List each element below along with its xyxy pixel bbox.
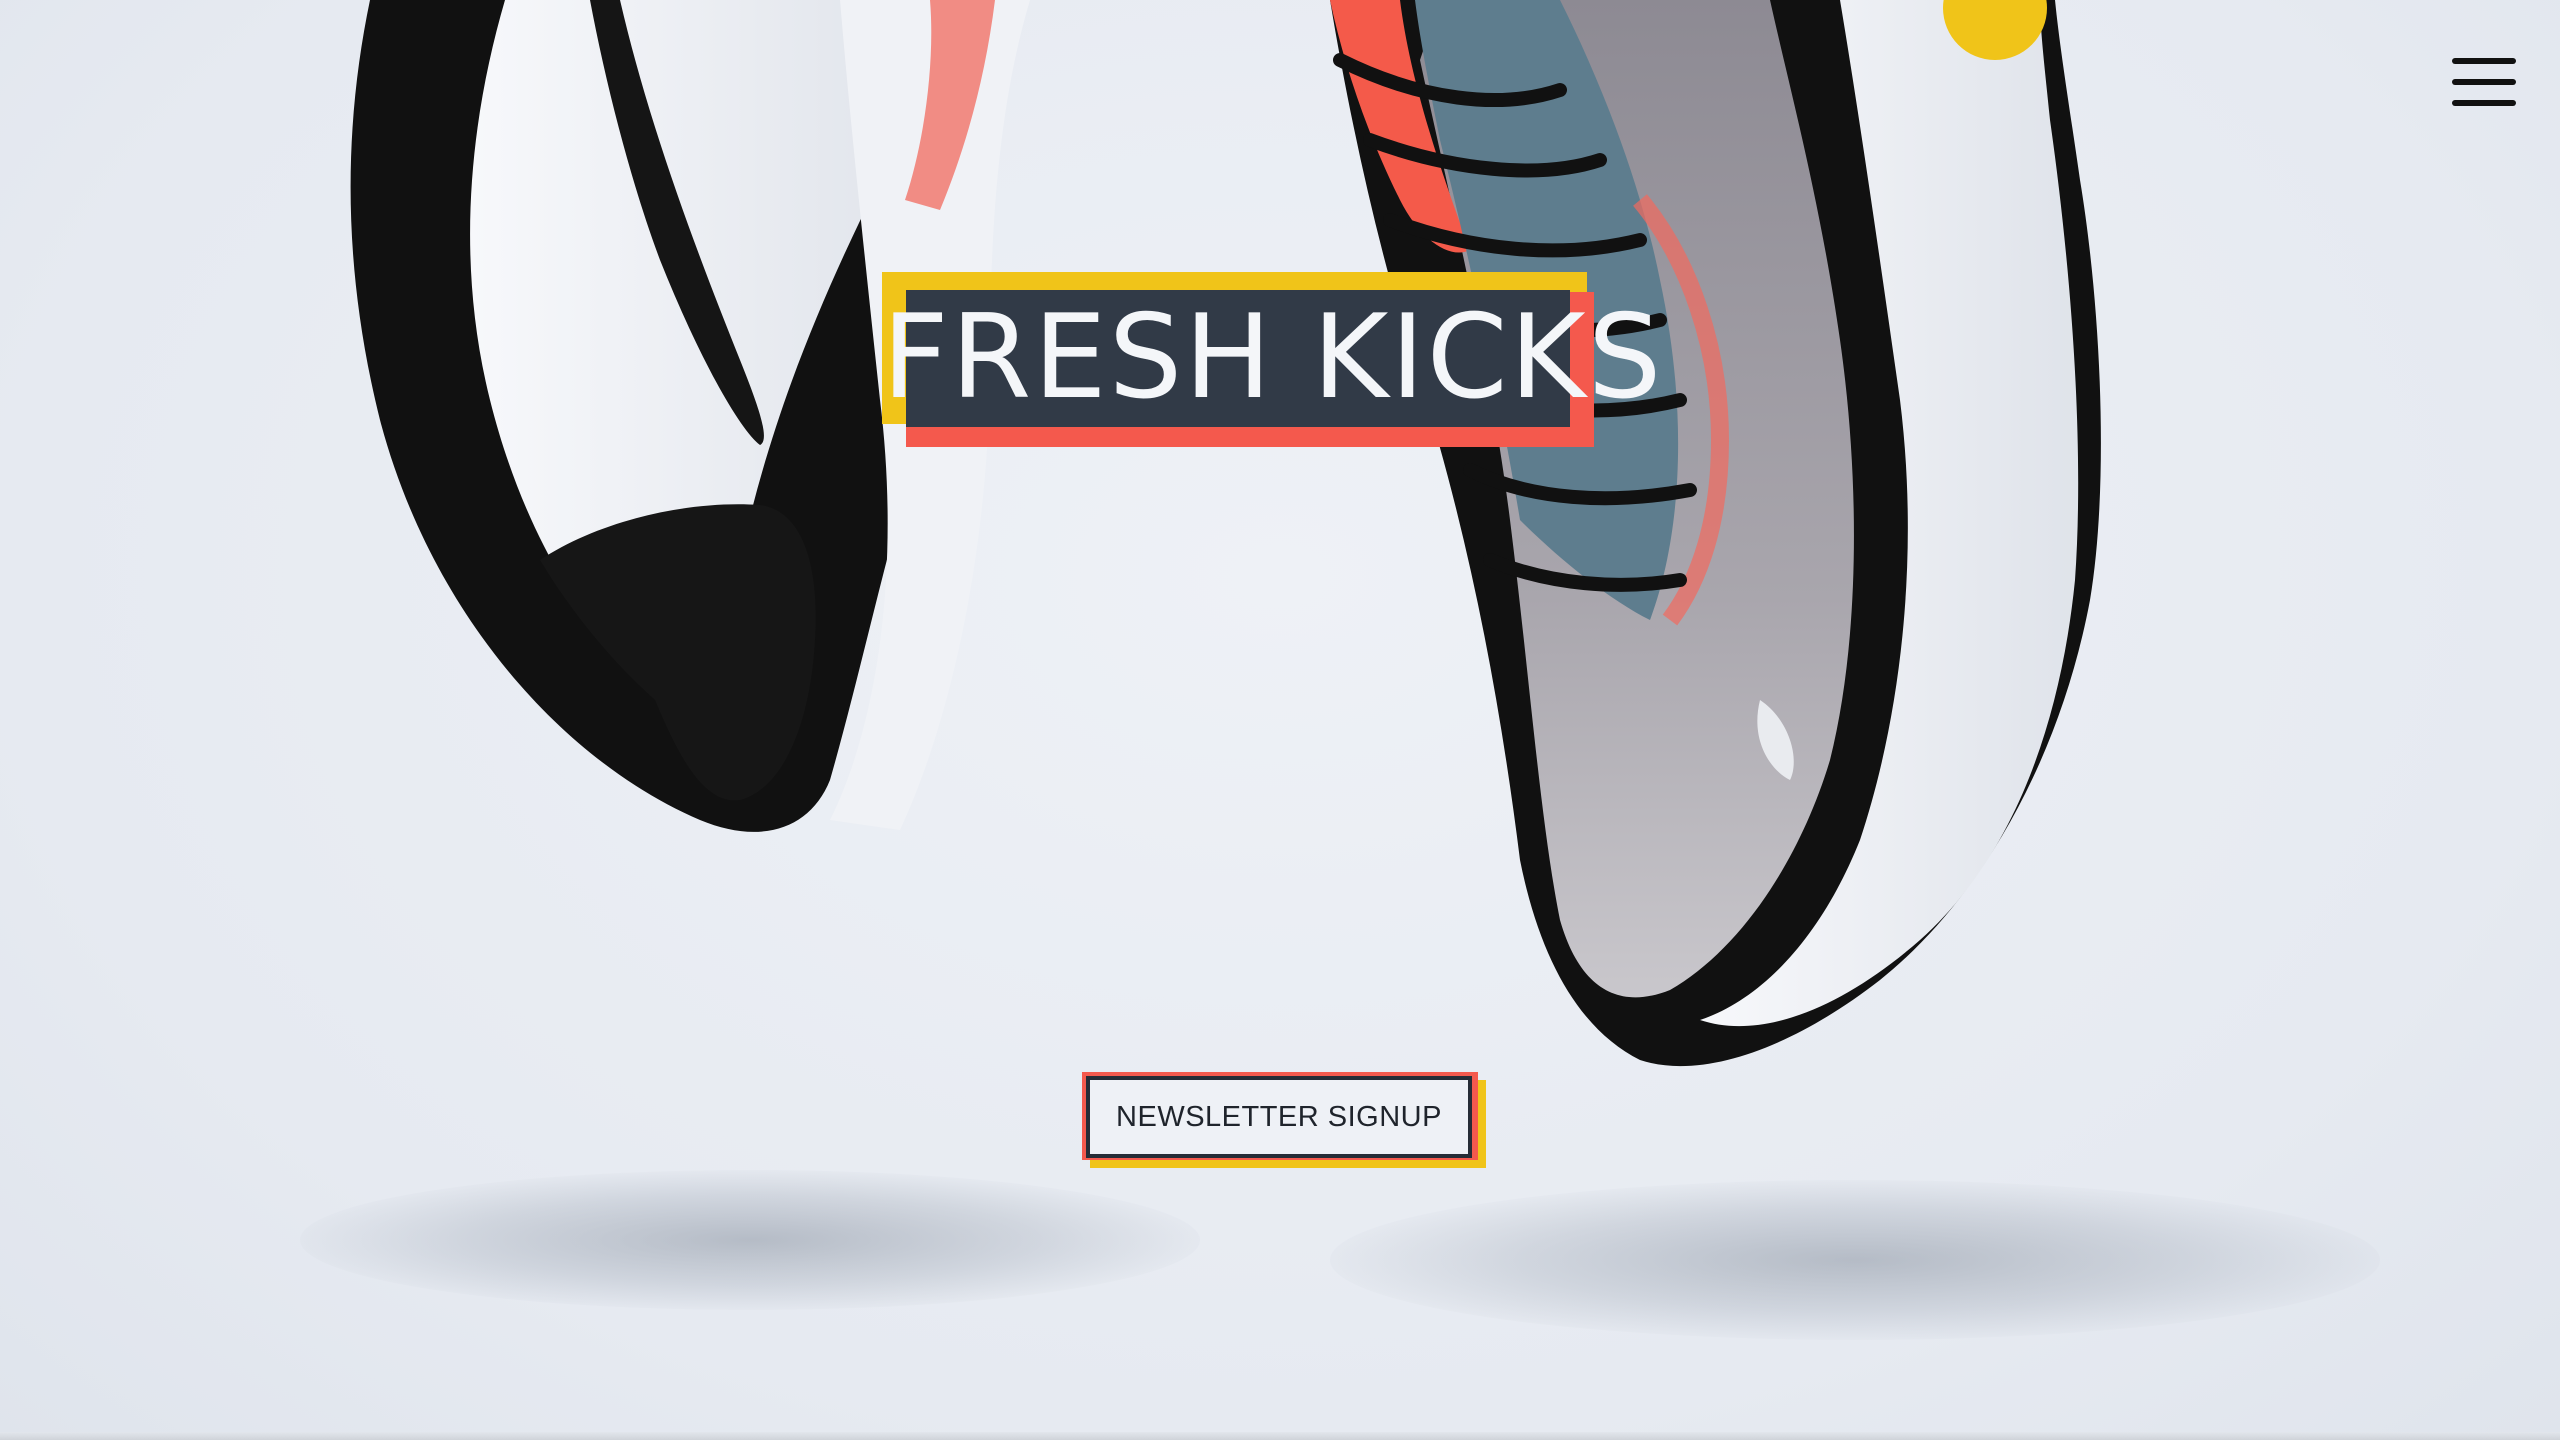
newsletter-signup-button[interactable]: NEWSLETTER SIGNUP xyxy=(1082,1072,1487,1168)
hero-title-block: FRESH KICKS xyxy=(882,272,1664,447)
button-inner: NEWSLETTER SIGNUP xyxy=(1086,1076,1472,1158)
hero-page: FRESH KICKS NEWSLETTER SIGNUP xyxy=(0,0,2560,1440)
sneakers-photo xyxy=(350,0,2101,1067)
newsletter-signup-label: NEWSLETTER SIGNUP xyxy=(1116,1100,1442,1133)
right-shoe xyxy=(1330,0,2101,1067)
hero-title: FRESH KICKS xyxy=(882,290,1664,425)
bottom-edge xyxy=(0,1432,2560,1440)
hamburger-menu-icon[interactable] xyxy=(2452,58,2516,106)
